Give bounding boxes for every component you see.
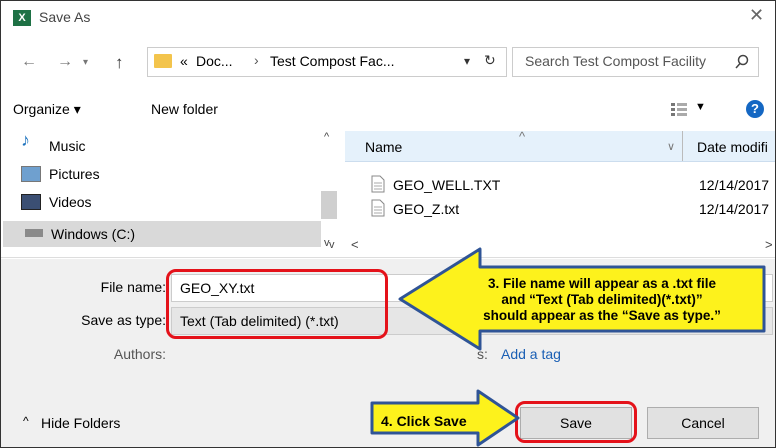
file-name: GEO_WELL.TXT (393, 177, 501, 193)
search-placeholder: Search Test Compost Facility (525, 53, 707, 69)
address-bar[interactable]: « Doc... › Test Compost Fac... ▾ ↻ (147, 47, 507, 77)
file-row[interactable]: GEO_WELL.TXT 12/14/2017 (365, 175, 775, 197)
filename-type-highlight (166, 269, 388, 339)
authors-label: Authors: (113, 346, 166, 362)
recent-dropdown-icon[interactable]: ▾ (83, 57, 88, 68)
title-bar: X Save As ✕ (1, 1, 775, 35)
sort-ascending-icon: ^ (519, 129, 526, 144)
file-date: 12/14/2017 (699, 201, 770, 217)
hide-folders-button[interactable]: Hide Folders (41, 415, 120, 431)
sidebar-item-label: Videos (49, 194, 92, 210)
videos-icon (21, 194, 41, 210)
refresh-icon[interactable]: ↻ (484, 52, 496, 69)
view-dropdown-icon[interactable]: ▼ (695, 101, 706, 113)
save-type-label: Save as type: (81, 312, 166, 328)
file-name-label: File name: (100, 279, 166, 295)
organize-menu[interactable]: Organize ▾ (13, 101, 81, 118)
file-row[interactable]: GEO_Z.txt 12/14/2017 (365, 199, 775, 221)
excel-icon: X (13, 10, 31, 26)
path-prefix: « (180, 53, 188, 69)
sidebar-item-label: Music (49, 138, 86, 154)
path-segment-docs[interactable]: Doc... (196, 53, 233, 69)
music-icon: ♪ (21, 130, 30, 150)
scroll-down-icon[interactable]: v (329, 239, 335, 251)
sidebar-item-windows-c[interactable]: Windows (C:) (3, 221, 321, 247)
column-name[interactable]: Name (365, 139, 402, 155)
callout-4-text: 4. Click Save (381, 413, 467, 429)
dialog-title: Save As (39, 9, 91, 25)
file-list-header: Name ^ ∨ Date modifi (345, 129, 775, 162)
path-segment-folder[interactable]: Test Compost Fac... (270, 53, 394, 69)
new-folder-button[interactable]: New folder (151, 101, 218, 117)
sidebar-item-music[interactable]: ♪ Music (21, 130, 321, 159)
save-button-highlight (515, 401, 637, 443)
scroll-left-icon[interactable]: < (351, 237, 359, 252)
callout-3-text: 3. File name will appear as a .txt file … (437, 276, 767, 324)
close-icon[interactable]: ✕ (749, 5, 764, 26)
column-date-modified[interactable]: Date modifi (697, 139, 768, 155)
scroll-up-icon[interactable]: ^ (324, 131, 329, 143)
callout-3-line: should appear as the “Save as type.” (483, 308, 721, 323)
text-file-icon (371, 175, 385, 193)
folder-icon (154, 54, 172, 68)
help-icon[interactable]: ? (746, 100, 764, 118)
sidebar-item-videos[interactable]: Videos (21, 189, 321, 215)
file-name: GEO_Z.txt (393, 201, 460, 217)
text-file-icon (371, 199, 385, 217)
forward-arrow-icon[interactable]: → (57, 53, 73, 71)
save-as-dialog: X Save As ✕ ← → ▾ ↑ « Doc... › Test Comp… (0, 0, 776, 448)
file-date: 12/14/2017 (699, 177, 770, 193)
search-input[interactable]: Search Test Compost Facility (512, 47, 759, 77)
callout-3-line: and “Text (Tab delimited)(*.txt)” (501, 292, 703, 307)
drive-icon (25, 229, 43, 237)
callout-3-line: 3. File name will appear as a .txt file (487, 276, 717, 291)
up-arrow-icon[interactable]: ↑ (115, 53, 124, 73)
navigation-pane: ♪ Music Pictures Videos Windows (C:) (1, 129, 341, 257)
scroll-thumb[interactable] (321, 191, 337, 219)
column-divider (682, 131, 683, 161)
sidebar-item-label: Windows (C:) (51, 226, 136, 242)
path-separator: › (254, 52, 259, 68)
back-arrow-icon[interactable]: ← (21, 53, 37, 71)
path-dropdown-icon[interactable]: ▾ (464, 54, 470, 68)
view-options-icon[interactable] (671, 102, 687, 116)
command-bar: Organize ▾ New folder ▼ ? (1, 89, 775, 129)
column-dropdown-icon[interactable]: ∨ (667, 140, 675, 153)
sidebar-item-label: Pictures (49, 166, 100, 182)
pictures-icon (21, 166, 41, 182)
chevron-up-icon[interactable]: ^ (23, 414, 29, 428)
cancel-button[interactable]: Cancel (647, 407, 759, 439)
navigation-scrollbar[interactable]: ^ v (321, 131, 337, 255)
sidebar-item-pictures[interactable]: Pictures (21, 161, 321, 187)
search-icon[interactable] (734, 54, 750, 70)
